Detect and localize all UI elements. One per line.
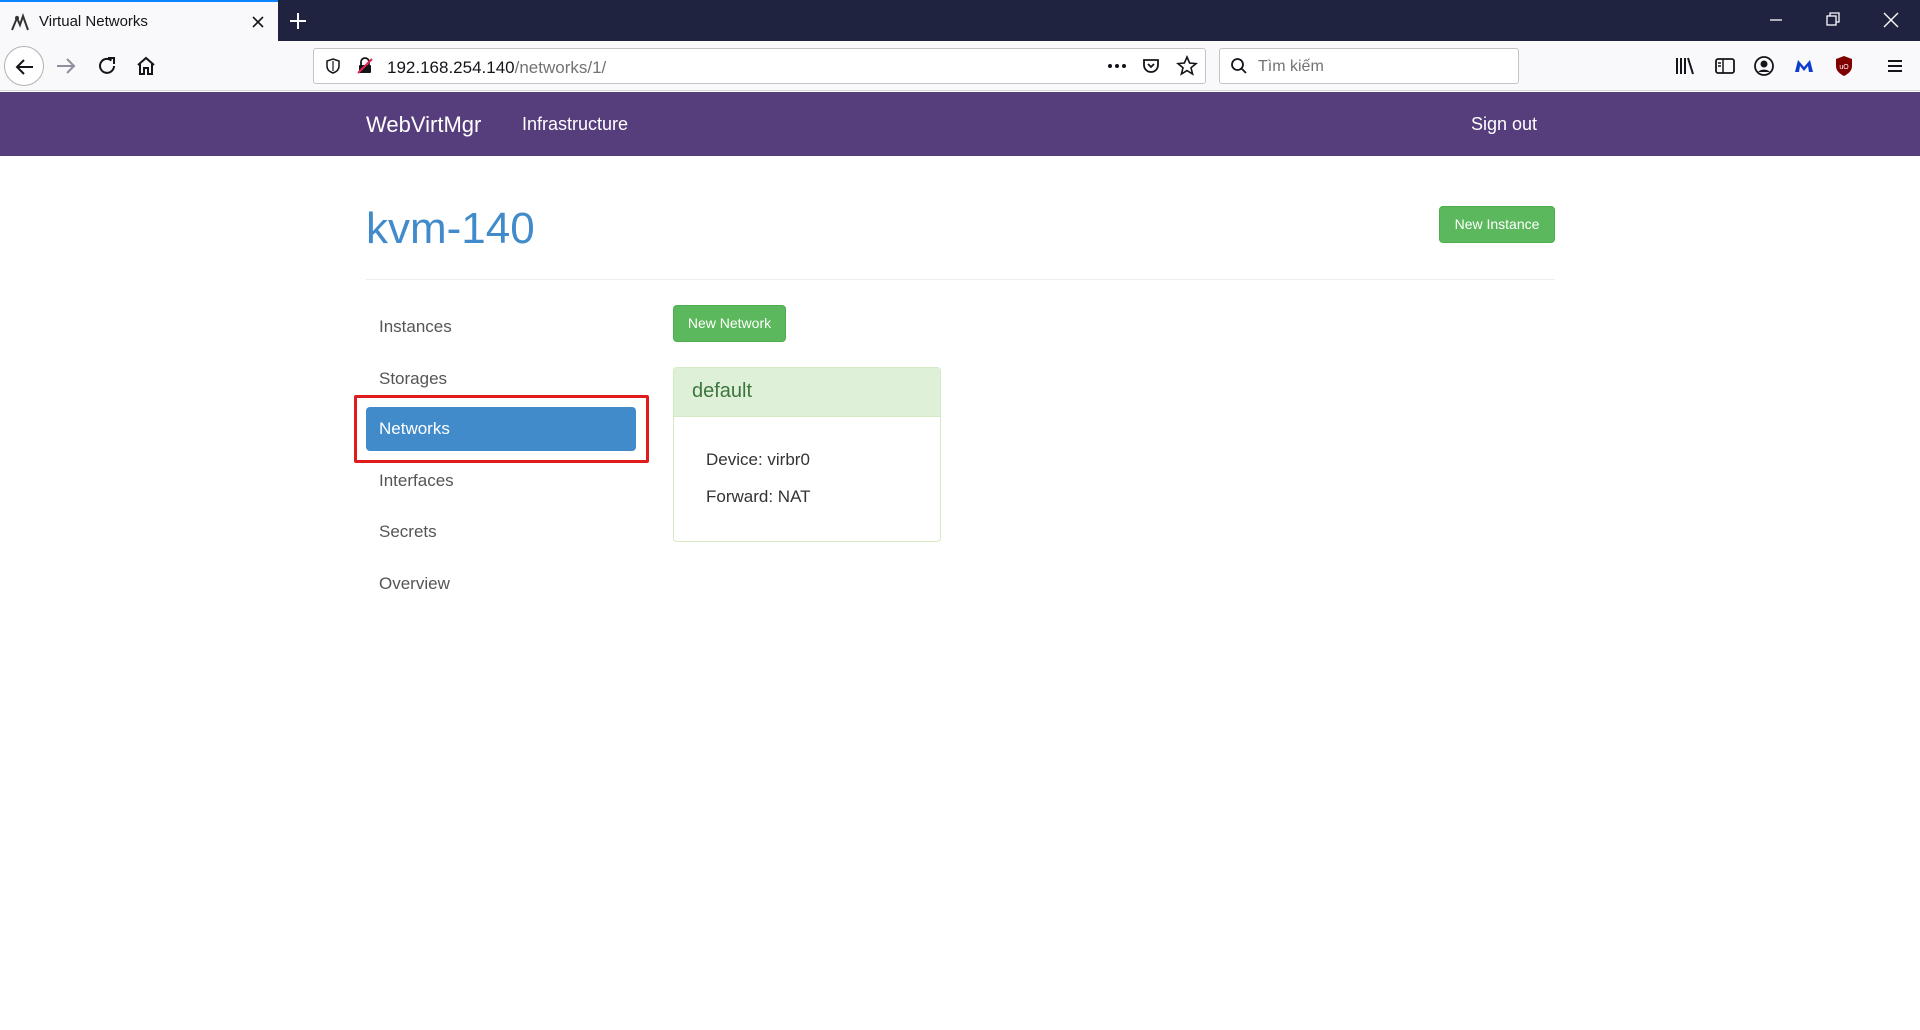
page-title: kvm-140 (366, 204, 535, 253)
search-icon (1231, 58, 1247, 74)
pocket-icon[interactable] (1141, 56, 1161, 76)
new-tab-icon[interactable] (286, 9, 310, 33)
search-placeholder: Tìm kiếm (1258, 58, 1324, 75)
sidebar-item-interfaces[interactable]: Interfaces (366, 459, 636, 503)
infrastructure-link[interactable]: Infrastructure (522, 114, 628, 135)
close-window-icon[interactable] (1880, 9, 1902, 31)
insecure-connection-icon[interactable] (356, 57, 374, 75)
network-card[interactable]: default Device: virbr0 Forward: NAT (673, 367, 941, 542)
sidebar-item-secrets[interactable]: Secrets (366, 510, 636, 554)
tab-title: Virtual Networks (39, 13, 148, 30)
network-name[interactable]: default (674, 368, 940, 417)
sidebar-item-overview[interactable]: Overview (366, 562, 636, 606)
minimize-window-icon[interactable] (1765, 9, 1787, 31)
close-tab-icon[interactable] (248, 12, 268, 32)
url-bar[interactable]: 192.168.254.140/networks/1/ (313, 48, 1206, 84)
site-navbar: WebVirtMgr Infrastructure Sign out (0, 92, 1920, 156)
network-forward: Forward: NAT (706, 487, 811, 506)
account-icon[interactable] (1751, 53, 1777, 79)
malwarebytes-icon[interactable] (1791, 53, 1817, 79)
annotation-highlight-box (354, 395, 649, 463)
sidebar-item-instances[interactable]: Instances (366, 305, 636, 349)
url-host: 192.168.254.140 (387, 58, 515, 77)
home-icon[interactable] (133, 53, 159, 79)
menu-icon[interactable] (1882, 53, 1908, 79)
restore-window-icon[interactable] (1822, 9, 1844, 31)
sign-out-link[interactable]: Sign out (1471, 114, 1537, 135)
browser-tab[interactable]: Virtual Networks (0, 0, 278, 41)
forward-icon[interactable] (53, 53, 79, 79)
shield-icon[interactable] (324, 57, 342, 75)
sidebar-icon[interactable] (1712, 53, 1738, 79)
ublock-origin-icon[interactable]: uO (1831, 53, 1857, 79)
url-path: /networks/1/ (514, 58, 607, 77)
new-network-button[interactable]: New Network (673, 305, 786, 342)
header-divider (366, 279, 1555, 280)
page-actions-icon[interactable] (1106, 57, 1128, 75)
svg-text:uO: uO (1839, 64, 1849, 71)
arrow-left-icon (15, 59, 33, 75)
back-button[interactable] (4, 46, 44, 86)
network-device: Device: virbr0 (706, 450, 810, 469)
browser-toolbar: 192.168.254.140/networks/1/ Tìm kiếm uO (0, 41, 1920, 91)
bookmark-star-icon[interactable] (1176, 55, 1198, 77)
new-instance-button[interactable]: New Instance (1439, 206, 1555, 243)
browser-tab-bar: Virtual Networks (0, 0, 1920, 41)
library-icon[interactable] (1672, 53, 1698, 79)
url-text: 192.168.254.140/networks/1/ (387, 58, 606, 78)
search-bar[interactable]: Tìm kiếm (1219, 48, 1519, 84)
reload-icon[interactable] (94, 53, 120, 79)
brand-link[interactable]: WebVirtMgr (366, 112, 481, 138)
webvirtmgr-favicon-icon (11, 13, 29, 31)
